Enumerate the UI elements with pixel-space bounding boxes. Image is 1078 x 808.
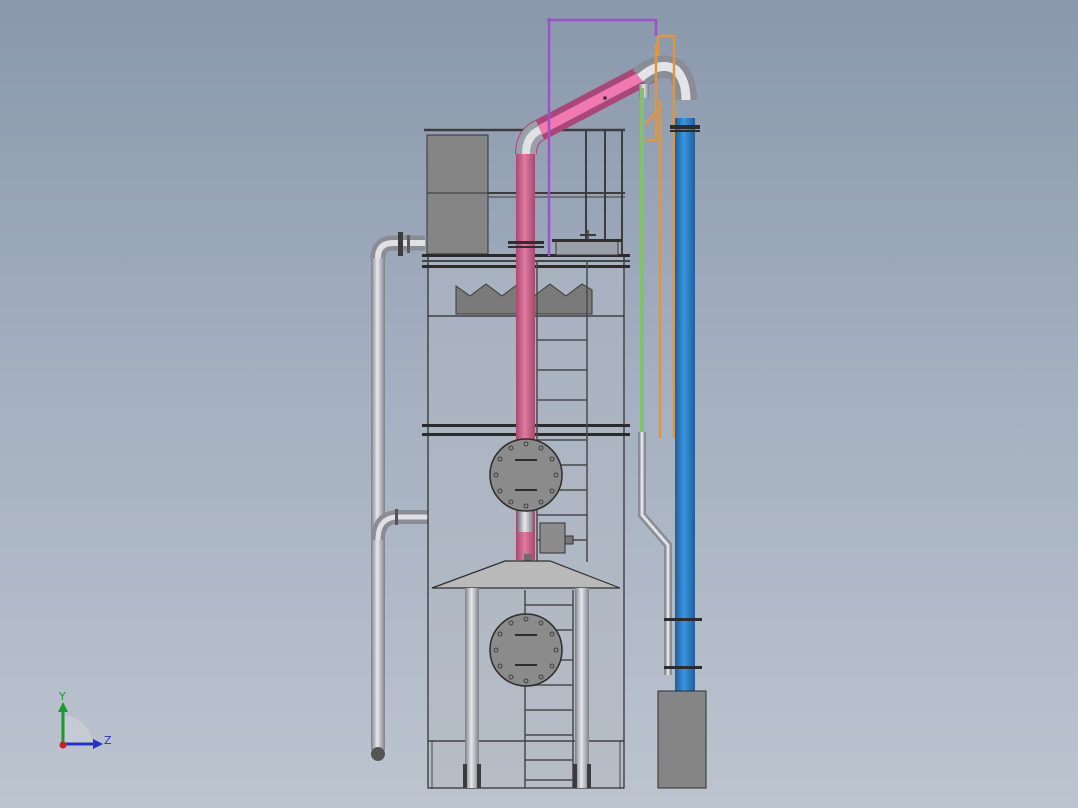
triad-y-label: Y [58,690,66,703]
pump-base-box[interactable] [657,690,707,789]
cad-viewport[interactable]: Y Z [0,0,1078,808]
view-orientation-triad[interactable]: Y Z [58,690,112,749]
manhole-upper[interactable] [489,438,563,512]
purple-instrument-line[interactable] [547,18,658,256]
top-equipment-box[interactable] [426,134,489,255]
x-axis-origin [59,741,67,749]
manhole-lower[interactable] [489,613,563,687]
triad-z-label: Z [104,734,112,747]
orange-instrument-lines[interactable] [644,34,676,438]
left-return-pipe[interactable] [370,232,425,761]
tower-3d-model[interactable]: Y Z [0,0,1078,808]
right-drain-pipe[interactable] [638,432,672,675]
